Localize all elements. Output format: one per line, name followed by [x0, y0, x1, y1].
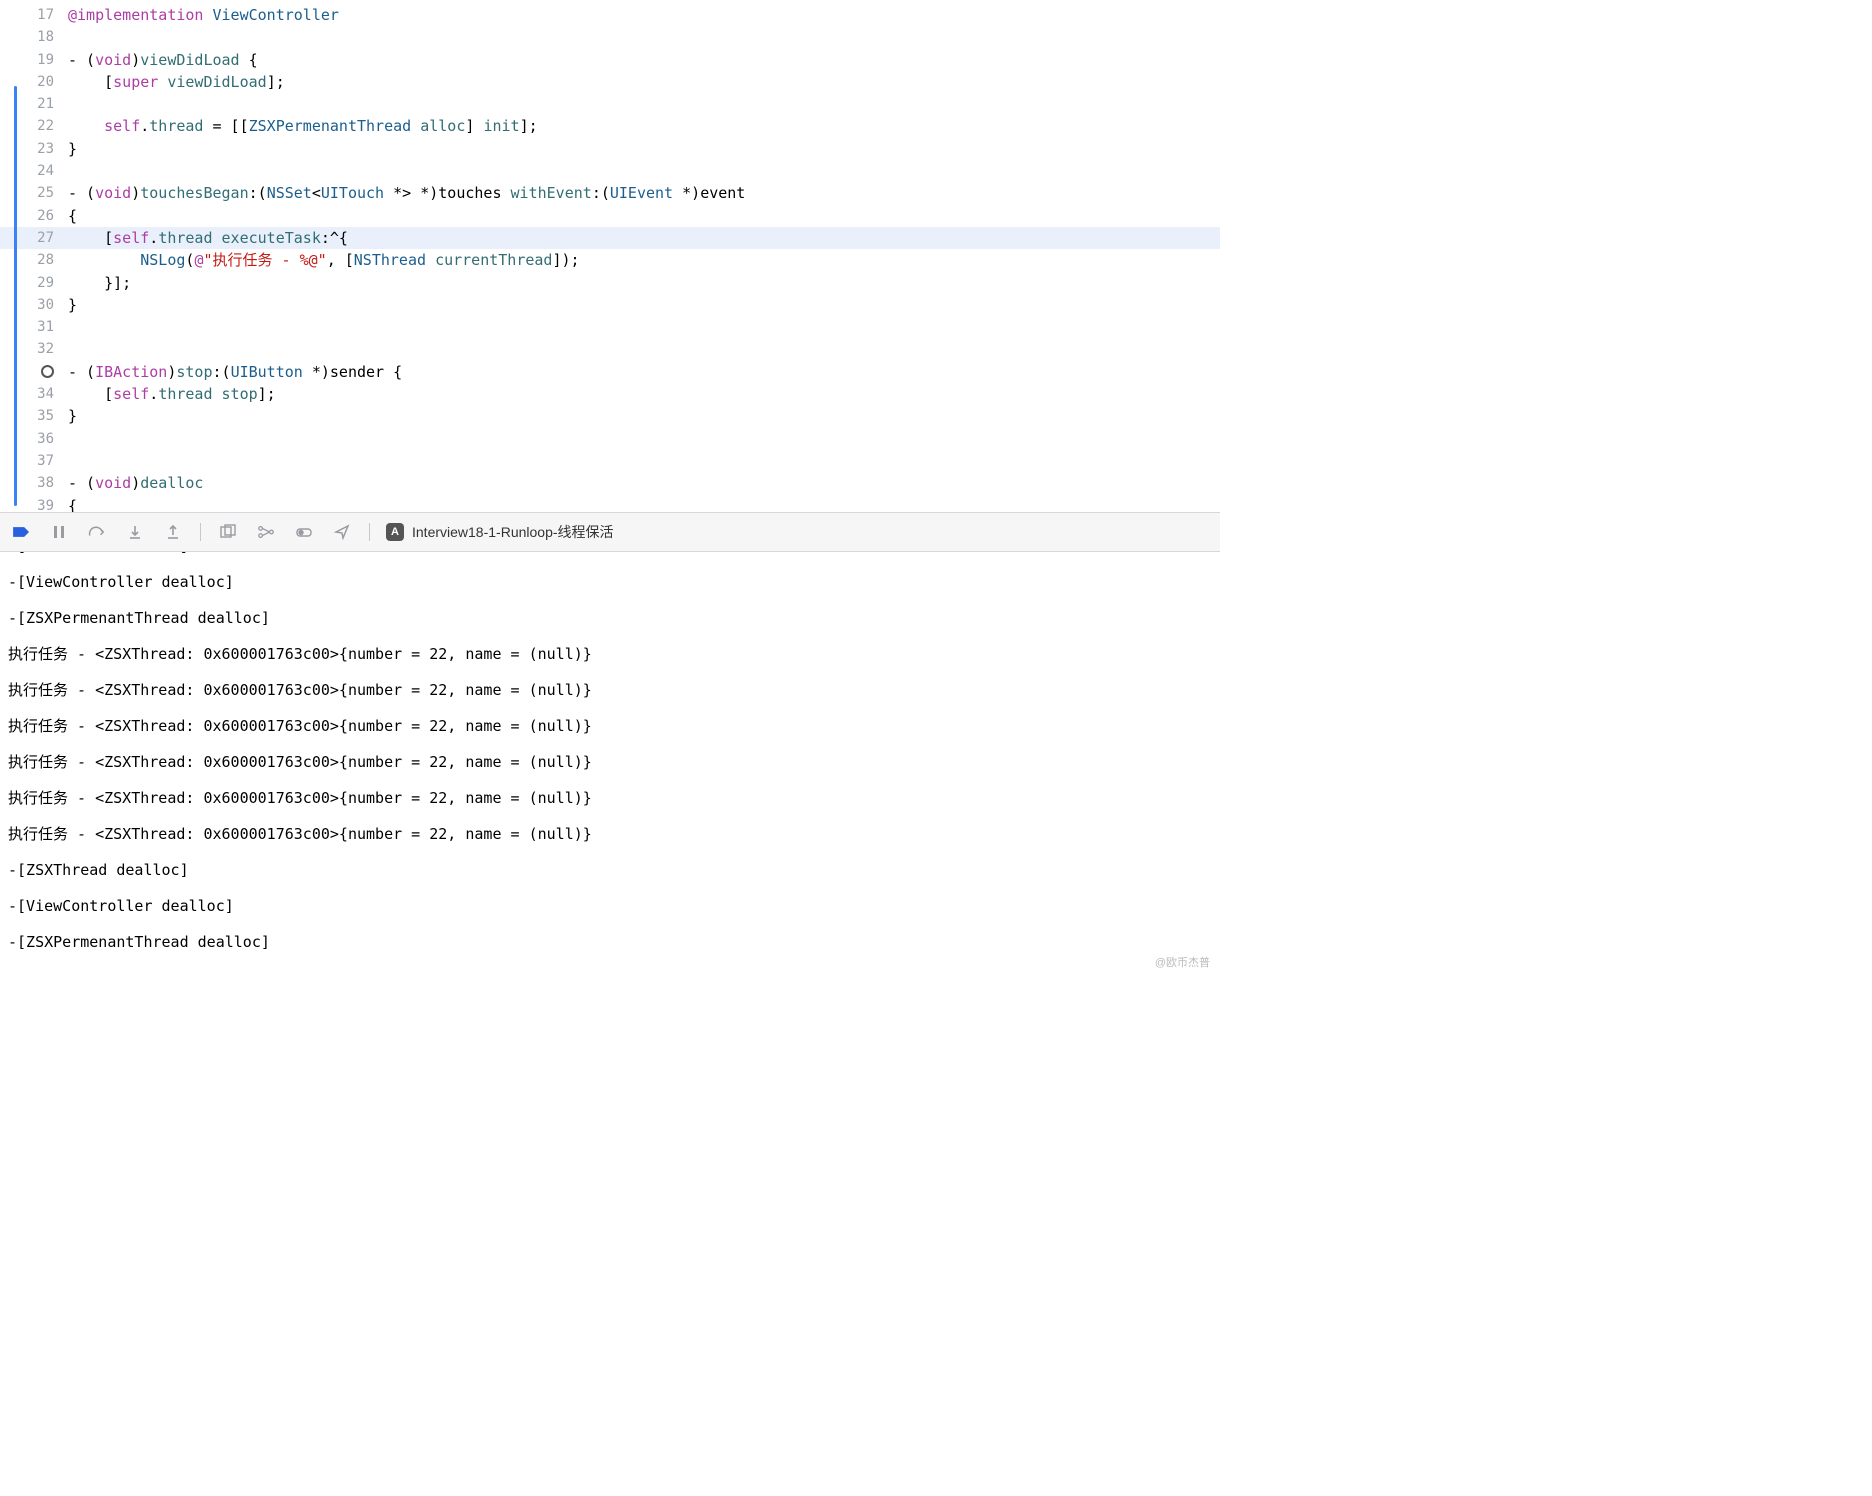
code-content[interactable]: }: [68, 294, 1220, 316]
code-content[interactable]: {: [68, 205, 1220, 227]
code-content[interactable]: {: [68, 495, 1220, 512]
code-line[interactable]: 39{: [0, 495, 1220, 512]
code-line[interactable]: 25- (void)touchesBegan:(NSSet<UITouch *>…: [0, 182, 1220, 204]
code-line[interactable]: 36: [0, 428, 1220, 450]
line-number[interactable]: 28: [0, 249, 68, 271]
console-line: 执行任务 - <ZSXThread: 0x600001763c00>{numbe…: [8, 708, 1212, 744]
code-line[interactable]: 34 [self.thread stop];: [0, 383, 1220, 405]
code-content[interactable]: }: [68, 405, 1220, 427]
code-line[interactable]: 28 NSLog(@"执行任务 - %@", [NSThread current…: [0, 249, 1220, 271]
step-out-icon[interactable]: [162, 522, 184, 542]
code-content[interactable]: }];: [68, 272, 1220, 294]
code-line[interactable]: 19- (void)viewDidLoad {: [0, 49, 1220, 71]
code-line[interactable]: 24: [0, 160, 1220, 182]
watermark: @欧币杰普: [1155, 954, 1210, 970]
code-line[interactable]: 17@implementation ViewController: [0, 4, 1220, 26]
code-content[interactable]: }: [68, 138, 1220, 160]
console-line: -[ZSXPermenantThread dealloc]: [8, 924, 1212, 960]
code-line[interactable]: 32: [0, 338, 1220, 360]
line-number[interactable]: 29: [0, 272, 68, 294]
code-line[interactable]: 27 [self.thread executeTask:^{: [0, 227, 1220, 249]
code-content[interactable]: self.thread = [[ZSXPermenantThread alloc…: [68, 115, 1220, 137]
line-number[interactable]: 22: [0, 115, 68, 137]
step-over-icon[interactable]: [86, 522, 108, 542]
code-editor[interactable]: 17@implementation ViewController1819- (v…: [0, 0, 1220, 512]
code-line[interactable]: 22 self.thread = [[ZSXPermenantThread al…: [0, 115, 1220, 137]
line-number[interactable]: 21: [0, 93, 68, 115]
line-number[interactable]: 25: [0, 182, 68, 204]
line-number[interactable]: 31: [0, 316, 68, 338]
debug-console[interactable]: [ZSXThread dealloc]-[ViewController deal…: [0, 552, 1220, 976]
line-number[interactable]: 27: [0, 227, 68, 249]
code-line[interactable]: 31: [0, 316, 1220, 338]
change-bar: [14, 86, 17, 506]
toolbar-separator: [200, 523, 201, 541]
code-line[interactable]: 20 [super viewDidLoad];: [0, 71, 1220, 93]
line-number[interactable]: 18: [0, 26, 68, 48]
code-content[interactable]: - (void)dealloc: [68, 472, 1220, 494]
code-content[interactable]: NSLog(@"执行任务 - %@", [NSThread currentThr…: [68, 249, 1220, 271]
code-line[interactable]: 30}: [0, 294, 1220, 316]
code-line[interactable]: 18: [0, 26, 1220, 48]
console-line: 执行任务 - <ZSXThread: 0x600001763c00>{numbe…: [8, 636, 1212, 672]
code-content[interactable]: [self.thread stop];: [68, 383, 1220, 405]
line-number[interactable]: 39: [0, 495, 68, 512]
environment-overrides-icon[interactable]: [293, 522, 315, 542]
toolbar-separator: [369, 523, 370, 541]
line-number[interactable]: 26: [0, 205, 68, 227]
code-line[interactable]: 21: [0, 93, 1220, 115]
code-content[interactable]: [super viewDidLoad];: [68, 71, 1220, 93]
line-number[interactable]: 23: [0, 138, 68, 160]
code-line[interactable]: 38- (void)dealloc: [0, 472, 1220, 494]
console-line: 执行任务 - <ZSXThread: 0x600001763c00>{numbe…: [8, 744, 1212, 780]
line-number[interactable]: 19: [0, 49, 68, 71]
code-line[interactable]: 26{: [0, 205, 1220, 227]
console-line: 执行任务 - <ZSXThread: 0x600001763c00>{numbe…: [8, 816, 1212, 852]
console-line: -[ViewController dealloc]: [8, 888, 1212, 924]
console-line: -[ViewController dealloc]: [8, 564, 1212, 600]
console-line: -[ZSXPermenantThread dealloc]: [8, 600, 1212, 636]
line-number[interactable]: 20: [0, 71, 68, 93]
console-line: -[ZSXThread dealloc]: [8, 852, 1212, 888]
code-line[interactable]: 35}: [0, 405, 1220, 427]
breakpoints-toggle-icon[interactable]: [10, 522, 32, 542]
line-number[interactable]: 34: [0, 383, 68, 405]
code-content[interactable]: - (void)viewDidLoad {: [68, 49, 1220, 71]
console-line: 执行任务 - <ZSXThread: 0x600001763c00>{numbe…: [8, 672, 1212, 708]
code-content[interactable]: [self.thread executeTask:^{: [68, 227, 1220, 249]
debug-toolbar: A Interview18-1-Runloop-线程保活: [0, 512, 1220, 552]
code-line[interactable]: 23}: [0, 138, 1220, 160]
line-number[interactable]: 24: [0, 160, 68, 182]
console-line: [ZSXThread dealloc]: [8, 552, 1212, 564]
code-line[interactable]: - (IBAction)stop:(UIButton *)sender {: [0, 361, 1220, 383]
line-number[interactable]: 38: [0, 472, 68, 494]
line-number[interactable]: [0, 361, 68, 383]
code-content[interactable]: - (IBAction)stop:(UIButton *)sender {: [68, 361, 1220, 383]
location-icon[interactable]: [331, 522, 353, 542]
code-content[interactable]: @implementation ViewController: [68, 4, 1220, 26]
line-number[interactable]: 17: [0, 4, 68, 26]
debug-target[interactable]: A Interview18-1-Runloop-线程保活: [386, 522, 614, 542]
debug-target-label: Interview18-1-Runloop-线程保活: [412, 522, 614, 542]
code-content[interactable]: - (void)touchesBegan:(NSSet<UITouch *> *…: [68, 182, 1220, 204]
line-number[interactable]: 32: [0, 338, 68, 360]
step-into-icon[interactable]: [124, 522, 146, 542]
line-number[interactable]: 30: [0, 294, 68, 316]
line-number[interactable]: 36: [0, 428, 68, 450]
line-number[interactable]: 35: [0, 405, 68, 427]
line-number[interactable]: 37: [0, 450, 68, 472]
console-line: 执行任务 - <ZSXThread: 0x600001763c00>{numbe…: [8, 780, 1212, 816]
pause-icon[interactable]: [48, 522, 70, 542]
view-debug-icon[interactable]: [217, 522, 239, 542]
code-line[interactable]: 37: [0, 450, 1220, 472]
code-line[interactable]: 29 }];: [0, 272, 1220, 294]
app-badge-icon: A: [386, 523, 404, 541]
breakpoint-indicator-icon[interactable]: [41, 365, 54, 378]
memory-graph-icon[interactable]: [255, 522, 277, 542]
